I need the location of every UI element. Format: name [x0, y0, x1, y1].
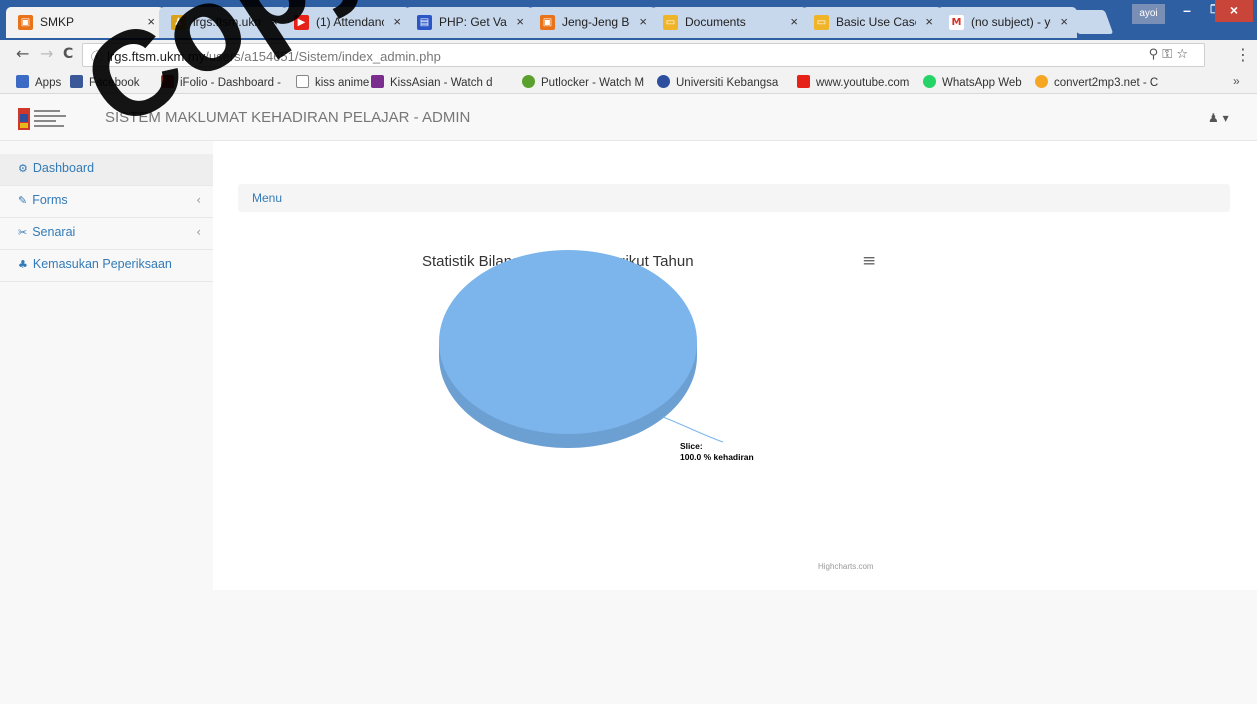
pie-chart: Slice:100.0 % kehadiran: [439, 250, 754, 462]
tab-php-get-values[interactable]: ▤ PHP: Get Values ×: [405, 7, 533, 38]
address-bar[interactable]: ⓘ lrgs.ftsm.ukm.my/users/a154651/Sistem/i…: [82, 43, 1205, 67]
top-navbar: SISTEM MAKLUMAT KEHADIRAN PELAJAR - ADMI…: [0, 95, 1257, 141]
reload-icon[interactable]: C: [63, 46, 73, 62]
tab-jeng-jeng[interactable]: ▣ Jeng-Jeng Book ×: [528, 7, 656, 38]
tab-strip: ▣ SMKP × ♟ lrgs.ftsm.ukm.m × ▶ (1) Atten…: [0, 0, 1257, 40]
back-icon[interactable]: ←: [16, 44, 29, 63]
bookmark-ifolio[interactable]: iFolio - Dashboard -: [161, 75, 291, 89]
bookmark-youtube[interactable]: www.youtube.com: [797, 75, 909, 89]
data-label-name: Slice:: [680, 441, 703, 451]
tab-title: (no subject) - yo: [971, 15, 1051, 29]
bookmarks-overflow-icon[interactable]: »: [1233, 74, 1240, 88]
ukm-logo: [18, 108, 66, 130]
tab-title: Basic Use Case: [836, 15, 916, 29]
tab-gmail[interactable]: M (no subject) - yo ×: [937, 7, 1077, 38]
browser-window: ▣ SMKP × ♟ lrgs.ftsm.ukm.m × ▶ (1) Atten…: [0, 0, 1257, 704]
orange-square-icon: ▣: [18, 15, 33, 30]
close-icon[interactable]: ×: [925, 14, 933, 29]
ifolio-icon: [161, 75, 174, 88]
tab-title: PHP: Get Values: [439, 15, 507, 29]
sidebar-item-kemasukan-peperiksaan[interactable]: ♣ Kemasukan Peperiksaan: [0, 250, 213, 282]
tab-title: Jeng-Jeng Book: [562, 15, 630, 29]
gmail-icon: M: [949, 15, 964, 30]
tab-basic-use-case[interactable]: ▭ Basic Use Case ×: [802, 7, 942, 38]
chart-credits[interactable]: Highcharts.com: [818, 562, 874, 571]
close-icon[interactable]: ×: [270, 14, 278, 29]
tab-documents[interactable]: ▭ Documents ×: [651, 7, 807, 38]
tab-attendance[interactable]: ▶ (1) Attendance ×: [282, 7, 410, 38]
sidebar-item-label: Dashboard: [32, 161, 95, 175]
apps-grid-icon: [16, 75, 29, 88]
pie-slice[interactable]: [439, 250, 697, 434]
profile-button[interactable]: ayoi: [1132, 4, 1165, 24]
page-icon: [296, 75, 309, 88]
tab-title: lrgs.ftsm.ukm.m: [193, 15, 261, 29]
bookmark-convert2mp3[interactable]: convert2mp3.net - C: [1035, 75, 1165, 89]
dashboard-icon: ⚙: [18, 162, 28, 175]
bookmark-putlocker[interactable]: Putlocker - Watch M: [522, 75, 647, 89]
ukm-icon: [657, 75, 670, 88]
people-icon: ♟: [171, 15, 186, 30]
putlocker-icon: [522, 75, 535, 88]
bookmark-kissasian[interactable]: KissAsian - Watch d: [371, 75, 511, 89]
sidebar-item-label: Forms: [32, 193, 68, 207]
docs-icon: ▤: [417, 15, 432, 30]
sidebar-item-senarai[interactable]: ✂ Senarai ‹: [0, 218, 213, 250]
edit-icon: ✎: [18, 194, 28, 207]
forward-icon[interactable]: →: [40, 44, 53, 63]
bookmark-ukm[interactable]: Universiti Kebangsa: [657, 75, 789, 89]
user-menu-icon[interactable]: ♟ ▾: [1208, 111, 1229, 125]
close-icon[interactable]: ×: [639, 14, 647, 29]
youtube-icon: ▶: [294, 15, 309, 30]
tab-title: SMKP: [40, 15, 75, 29]
close-icon[interactable]: ×: [1060, 14, 1068, 29]
sitemap-icon: ♣: [18, 258, 28, 271]
browser-toolbar: ← → C ⓘ lrgs.ftsm.ukm.my/users/a154651/Si…: [0, 40, 1257, 70]
whatsapp-icon: [923, 75, 936, 88]
web-page: SISTEM MAKLUMAT KEHADIRAN PELAJAR - ADMI…: [0, 95, 1257, 704]
data-label-connector: [662, 416, 724, 443]
bookmark-whatsapp[interactable]: WhatsApp Web: [923, 75, 1022, 89]
orange-square-icon: ▣: [540, 15, 555, 30]
sidebar-item-label: Senarai: [32, 225, 76, 239]
url-host: lrgs.ftsm.ukm.my: [107, 49, 206, 64]
close-icon[interactable]: ×: [516, 14, 524, 29]
omnibox-icons[interactable]: ⚲ ⚿ ☆: [1149, 47, 1188, 62]
app-brand[interactable]: SISTEM MAKLUMAT KEHADIRAN PELAJAR - ADMI…: [105, 109, 470, 126]
close-icon[interactable]: ×: [147, 14, 155, 29]
tab-smkp[interactable]: ▣ SMKP ×: [6, 7, 164, 38]
kissasian-icon: [371, 75, 384, 88]
tab-title: (1) Attendance: [316, 15, 384, 29]
url-path: /users/a154651/Sistem/index_admin.php: [205, 49, 441, 64]
wrench-icon: ✂: [18, 226, 28, 239]
sidebar-item-label: Kemasukan Peperiksaan: [32, 257, 172, 271]
tab-title: Documents: [685, 15, 746, 29]
bookmark-facebook[interactable]: Facebook: [70, 75, 140, 89]
chevron-left-icon: ‹: [196, 193, 201, 207]
minimize-button[interactable]: –: [1172, 0, 1202, 22]
main-content: Menu Statistik Bilangan Projek Mengikut …: [213, 141, 1257, 590]
chevron-left-icon: ‹: [196, 225, 201, 239]
bookmarks-bar: Apps Facebook iFolio - Dashboard - kiss …: [0, 70, 1257, 94]
data-label-value: 100.0 % kehadiran: [680, 452, 754, 462]
folder-icon: ▭: [814, 15, 829, 30]
close-icon[interactable]: ×: [790, 14, 798, 29]
sidebar-item-forms[interactable]: ✎ Forms ‹: [0, 186, 213, 218]
info-icon[interactable]: ⓘ: [91, 50, 103, 64]
bookmark-apps[interactable]: Apps: [16, 75, 61, 89]
tab-lrgs[interactable]: ♟ lrgs.ftsm.ukm.m ×: [159, 7, 287, 38]
window-close-button[interactable]: ×: [1215, 0, 1253, 22]
sidebar-item-dashboard[interactable]: ⚙ Dashboard: [0, 154, 213, 186]
convert2mp3-icon: [1035, 75, 1048, 88]
facebook-icon: [70, 75, 83, 88]
youtube-icon: [797, 75, 810, 88]
folder-icon: ▭: [663, 15, 678, 30]
close-icon[interactable]: ×: [393, 14, 401, 29]
kebab-menu-icon[interactable]: ⋮: [1235, 45, 1251, 64]
bookmark-kiss-anime[interactable]: kiss anime: [296, 75, 369, 89]
new-tab-button[interactable]: [1068, 10, 1114, 34]
